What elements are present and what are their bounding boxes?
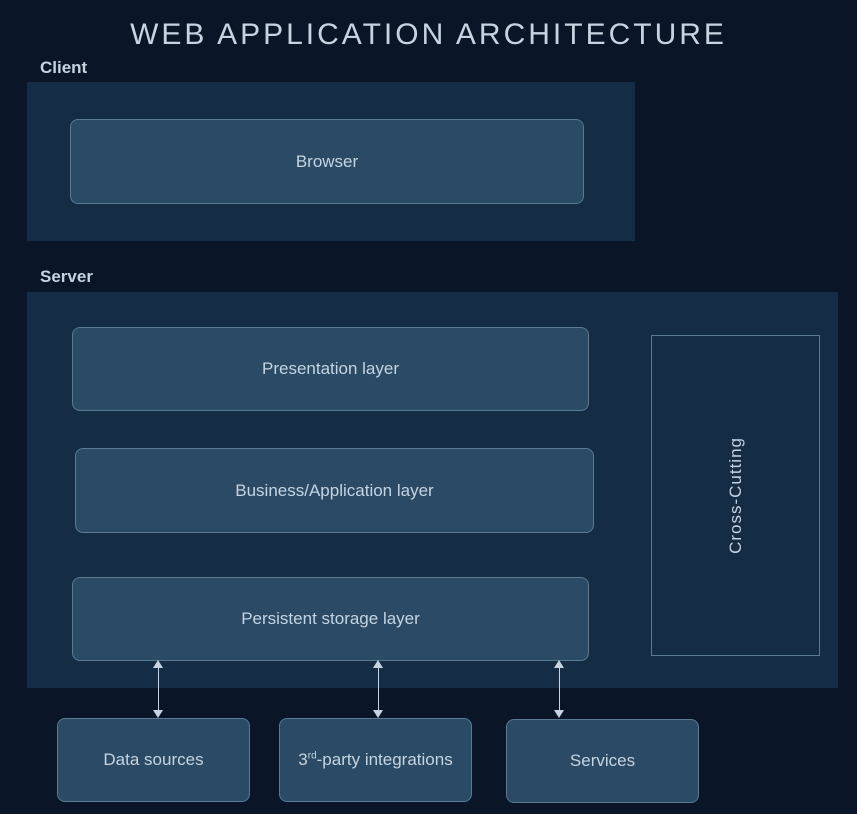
services-block: Services xyxy=(506,719,699,803)
third-party-label: 3rd-party integrations xyxy=(298,750,452,770)
persistent-storage-block: Persistent storage layer xyxy=(72,577,589,661)
presentation-layer-block: Presentation layer xyxy=(72,327,589,411)
data-sources-block: Data sources xyxy=(57,718,250,802)
business-layer-block: Business/Application layer xyxy=(75,448,594,533)
third-party-integrations-block: 3rd-party integrations xyxy=(279,718,472,802)
cross-cutting-block: Cross-Cutting xyxy=(651,335,820,656)
client-section-label: Client xyxy=(40,58,87,78)
arrow-double-icon xyxy=(553,660,565,718)
diagram-title: WEB APPLICATION ARCHITECTURE xyxy=(0,0,857,52)
browser-block: Browser xyxy=(70,119,584,204)
server-section-label: Server xyxy=(40,267,93,287)
cross-cutting-label: Cross-Cutting xyxy=(726,437,746,554)
arrow-double-icon xyxy=(152,660,164,718)
arrow-double-icon xyxy=(372,660,384,718)
